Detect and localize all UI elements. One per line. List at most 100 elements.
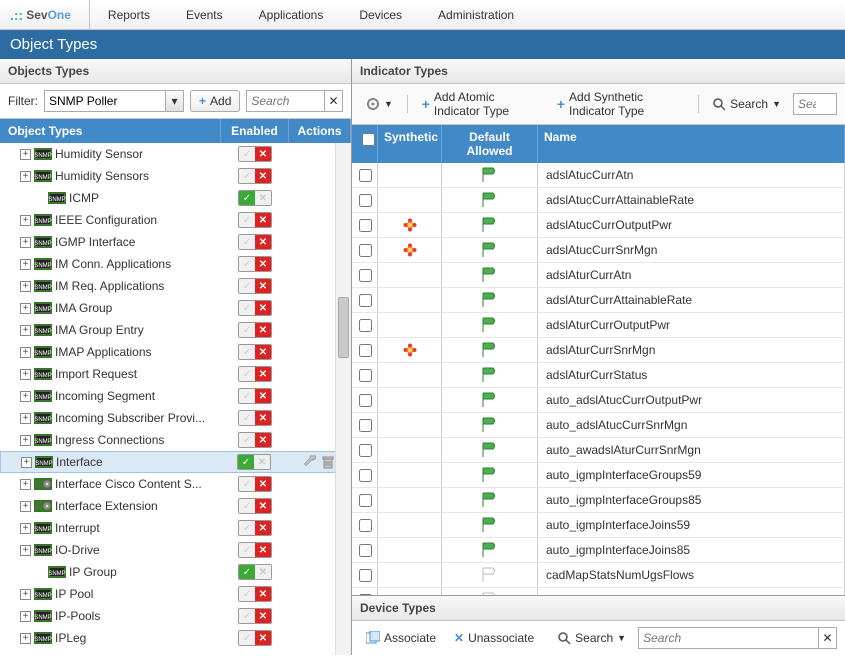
expand-icon[interactable]: + <box>20 523 31 534</box>
tree-row[interactable]: +Humidity Sensors✓✕ <box>0 165 351 187</box>
search-menu[interactable]: Search ▼ <box>707 95 787 113</box>
tree-row[interactable]: +IM Req. Applications✓✕ <box>0 275 351 297</box>
row-checkbox[interactable] <box>359 594 372 596</box>
row-checkbox[interactable] <box>359 569 372 582</box>
enabled-toggle[interactable]: ✓✕ <box>238 520 272 536</box>
tree-row[interactable]: +IM Conn. Applications✓✕ <box>0 253 351 275</box>
expand-icon[interactable]: + <box>20 589 31 600</box>
tree-row[interactable]: +Interface Extension✓✕ <box>0 495 351 517</box>
row-checkbox[interactable] <box>359 469 372 482</box>
menu-reports[interactable]: Reports <box>90 0 168 29</box>
right-search[interactable] <box>793 93 837 115</box>
indicator-row[interactable]: adslAturCurrOutputPwr <box>352 313 845 338</box>
indicator-row[interactable]: auto_igmpInterfaceJoins85 <box>352 538 845 563</box>
left-search[interactable]: ✕ <box>246 90 343 112</box>
indicator-row[interactable]: cadMapStatsNumUgsFlows <box>352 563 845 588</box>
menu-events[interactable]: Events <box>168 0 241 29</box>
indicator-row[interactable]: adslAtucCurrAttainableRate <box>352 188 845 213</box>
tree-row[interactable]: ICMP✓✕ <box>0 187 351 209</box>
enabled-toggle[interactable]: ✓✕ <box>238 476 272 492</box>
row-checkbox[interactable] <box>359 544 372 557</box>
expand-icon[interactable]: + <box>20 281 31 292</box>
row-checkbox[interactable] <box>359 269 372 282</box>
indicator-row[interactable]: adslAturCurrStatus <box>352 363 845 388</box>
device-search-box[interactable]: ✕ <box>638 627 837 649</box>
settings-menu[interactable]: ▼ <box>360 95 399 113</box>
enabled-toggle[interactable]: ✓✕ <box>238 586 272 602</box>
add-atomic-button[interactable]: + Add Atomic Indicator Type <box>416 88 545 120</box>
enabled-toggle[interactable]: ✓✕ <box>238 388 272 404</box>
tree-row[interactable]: +IMA Group Entry✓✕ <box>0 319 351 341</box>
expand-icon[interactable]: + <box>20 303 31 314</box>
menu-applications[interactable]: Applications <box>241 0 342 29</box>
expand-icon[interactable]: + <box>20 611 31 622</box>
expand-icon[interactable]: + <box>20 259 31 270</box>
tree-row[interactable]: +Incoming Segment✓✕ <box>0 385 351 407</box>
indicator-row[interactable]: auto_adslAtucCurrOutputPwr <box>352 388 845 413</box>
col-header-name[interactable]: Object Types <box>0 119 221 143</box>
row-checkbox[interactable] <box>359 419 372 432</box>
row-checkbox[interactable] <box>359 344 372 357</box>
chevron-down-icon[interactable]: ▾ <box>165 91 183 111</box>
enabled-toggle[interactable]: ✓✕ <box>238 498 272 514</box>
indicator-row[interactable]: auto_igmpInterfaceGroups85 <box>352 488 845 513</box>
trash-icon[interactable] <box>321 455 335 469</box>
indicator-row[interactable]: auto_adslAtucCurrSnrMgn <box>352 413 845 438</box>
enabled-toggle[interactable]: ✓✕ <box>238 542 272 558</box>
indicator-row[interactable]: auto_awadslAturCurrSnrMgn <box>352 438 845 463</box>
tree-row[interactable]: +IP-Pools✓✕ <box>0 605 351 627</box>
expand-icon[interactable]: + <box>20 479 31 490</box>
row-checkbox[interactable] <box>359 194 372 207</box>
expand-icon[interactable]: + <box>21 457 32 468</box>
tree-row[interactable]: +Interrupt✓✕ <box>0 517 351 539</box>
col-header-synthetic[interactable]: Synthetic <box>378 125 442 163</box>
enabled-toggle[interactable]: ✓✕ <box>238 278 272 294</box>
tree-row[interactable]: +Humidity Sensor✓✕ <box>0 143 351 165</box>
filter-dropdown[interactable]: ▾ <box>44 90 184 112</box>
expand-icon[interactable]: + <box>20 325 31 336</box>
logo[interactable]: .:: SevOne <box>0 0 90 29</box>
indicator-row[interactable]: adslAtucCurrSnrMgn <box>352 238 845 263</box>
enabled-toggle[interactable]: ✓✕ <box>237 454 271 470</box>
row-checkbox[interactable] <box>359 169 372 182</box>
device-search-menu[interactable]: Search ▼ <box>552 629 632 647</box>
tree-row[interactable]: +IP Pool✓✕ <box>0 583 351 605</box>
row-checkbox[interactable] <box>359 394 372 407</box>
col-header-enabled[interactable]: Enabled <box>221 119 289 143</box>
expand-icon[interactable]: + <box>20 149 31 160</box>
tree-row[interactable]: +IMA Group✓✕ <box>0 297 351 319</box>
indicator-row[interactable]: adslAturCurrAtn <box>352 263 845 288</box>
row-checkbox[interactable] <box>359 494 372 507</box>
enabled-toggle[interactable]: ✓✕ <box>238 146 272 162</box>
tree-row[interactable]: IP Group✓✕ <box>0 561 351 583</box>
unassociate-button[interactable]: ✕ Unassociate <box>448 629 540 647</box>
menu-administration[interactable]: Administration <box>420 0 532 29</box>
indicator-row[interactable]: auto_igmpInterfaceGroups59 <box>352 463 845 488</box>
tree-row[interactable]: +Ingress Connections✓✕ <box>0 429 351 451</box>
expand-icon[interactable]: + <box>20 545 31 556</box>
tree-body[interactable]: +Humidity Sensor✓✕+Humidity Sensors✓✕ICM… <box>0 143 351 655</box>
row-checkbox[interactable] <box>359 319 372 332</box>
enabled-toggle[interactable]: ✓✕ <box>238 212 272 228</box>
indicator-row[interactable]: adslAtucCurrAtn <box>352 163 845 188</box>
tree-row[interactable]: +IGMP Interface✓✕ <box>0 231 351 253</box>
enabled-toggle[interactable]: ✓✕ <box>238 344 272 360</box>
row-checkbox[interactable] <box>359 519 372 532</box>
enabled-toggle[interactable]: ✓✕ <box>238 322 272 338</box>
tree-row[interactable]: +IO-Drive✓✕ <box>0 539 351 561</box>
enabled-toggle[interactable]: ✓✕ <box>238 630 272 646</box>
expand-icon[interactable]: + <box>20 215 31 226</box>
col-header-name[interactable]: Name <box>538 125 845 163</box>
associate-button[interactable]: Associate <box>360 629 442 647</box>
tree-row[interactable]: +IMAP Applications✓✕ <box>0 341 351 363</box>
col-header-checkbox[interactable] <box>352 125 378 163</box>
clear-icon[interactable]: ✕ <box>324 91 342 111</box>
tree-row[interactable]: +Interface Cisco Content S...✓✕ <box>0 473 351 495</box>
expand-icon[interactable]: + <box>20 171 31 182</box>
expand-icon[interactable]: + <box>20 435 31 446</box>
row-checkbox[interactable] <box>359 444 372 457</box>
indicator-row[interactable]: adslAturCurrAttainableRate <box>352 288 845 313</box>
enabled-toggle[interactable]: ✓✕ <box>238 256 272 272</box>
row-checkbox[interactable] <box>359 244 372 257</box>
wrench-icon[interactable] <box>303 455 317 469</box>
